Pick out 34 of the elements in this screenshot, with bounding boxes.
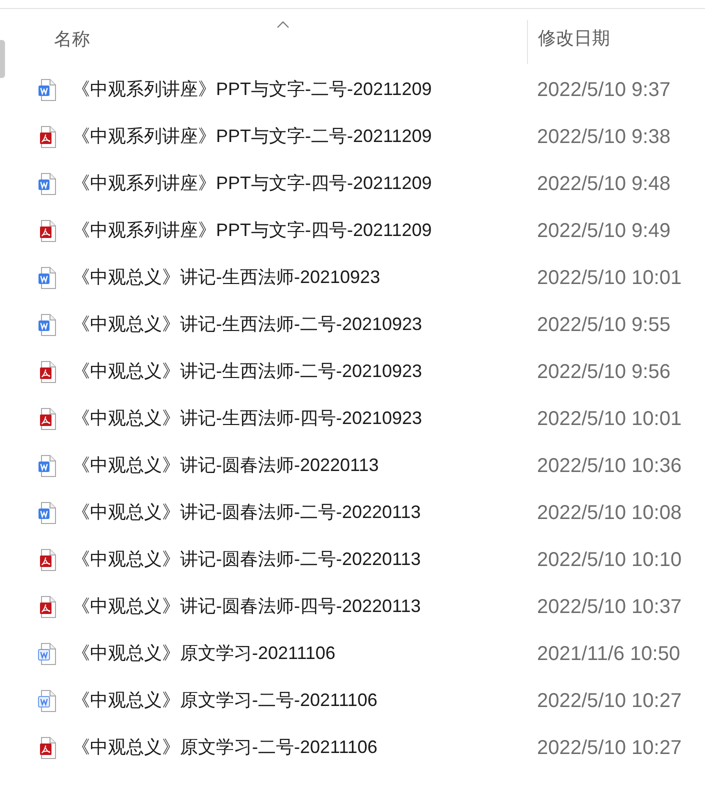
modified-date: 2022/5/10 10:01 <box>536 406 682 432</box>
file-name[interactable]: 《中观总义》原文学习-二号-20211106 <box>72 687 378 714</box>
modified-date: 2022/5/10 10:08 <box>536 500 682 526</box>
scrollbar-thumb[interactable] <box>0 40 5 78</box>
modified-date: 2022/5/10 9:55 <box>536 312 670 338</box>
modified-date: 2022/5/10 9:56 <box>536 360 670 384</box>
file-name[interactable]: 《中观总义》讲记-圆春法师-四号-20220113 <box>72 593 421 620</box>
file-name[interactable]: 《中观总义》讲记-生西法师-二号-20210923 <box>72 311 422 338</box>
file-name[interactable]: 《中观总义》讲记-生西法师-20210923 <box>72 264 380 291</box>
modified-date: 2022/5/10 9:37 <box>536 78 670 102</box>
modified-date: 2022/5/10 9:49 <box>536 218 670 244</box>
modified-date: 2022/5/10 10:27 <box>536 688 682 714</box>
column-header[interactable]: 修改日期 <box>528 20 705 64</box>
file-name[interactable]: 《中观系列讲座》PPT与文字-二号-20211209 <box>72 123 432 150</box>
file-name[interactable]: 《中观系列讲座》PPT与文字-四号-20211209 <box>72 170 432 197</box>
modified-date: 2022/5/10 9:48 <box>536 172 670 196</box>
file-name[interactable]: 《中观总义》讲记-生西法师-四号-20210923 <box>72 405 422 432</box>
file-name[interactable]: 《中观总义》讲记-圆春法师-20220113 <box>72 452 379 479</box>
file-name[interactable]: 《中观系列讲座》PPT与文字-四号-20211209 <box>72 217 432 244</box>
modified-date: 2022/5/10 10:27 <box>536 736 682 760</box>
modified-date: 2022/5/10 10:37 <box>536 594 682 620</box>
file-name[interactable]: 《中观总义》讲记-圆春法师-二号-20220113 <box>72 499 421 526</box>
modified-date: 2022/5/10 10:10 <box>536 548 682 572</box>
file-name[interactable]: 《中观总义》讲记-圆春法师-二号-20220113 <box>72 546 421 573</box>
modified-date: 2021/11/6 10:50 <box>536 642 680 666</box>
file-name[interactable]: 《中观总义》讲记-生西法师-二号-20210923 <box>72 358 422 385</box>
file-name[interactable]: 《中观总义》原文学习-二号-20211106 <box>72 734 378 761</box>
modified-date: 2022/5/10 9:38 <box>536 124 670 150</box>
modified-date: 2022/5/10 10:36 <box>536 454 682 478</box>
column-header[interactable]: 名称 <box>38 18 527 66</box>
sort-ascending-icon <box>276 21 288 28</box>
file-name[interactable]: 《中观系列讲座》PPT与文字-二号-20211209 <box>72 76 432 103</box>
modified-date: 2022/5/10 10:01 <box>536 266 682 290</box>
file-name[interactable]: 《中观总义》原文学习-20211106 <box>72 640 336 667</box>
